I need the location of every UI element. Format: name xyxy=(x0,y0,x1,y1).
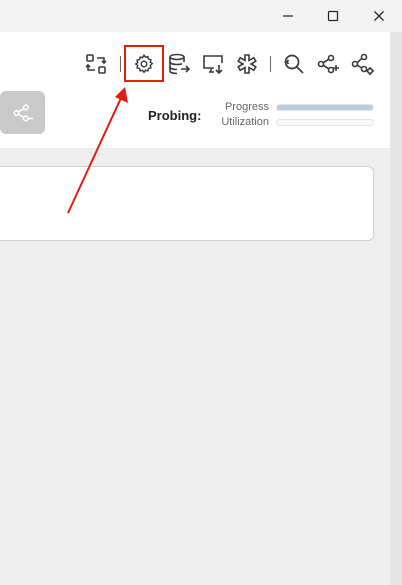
annotation-arrow xyxy=(67,87,128,214)
